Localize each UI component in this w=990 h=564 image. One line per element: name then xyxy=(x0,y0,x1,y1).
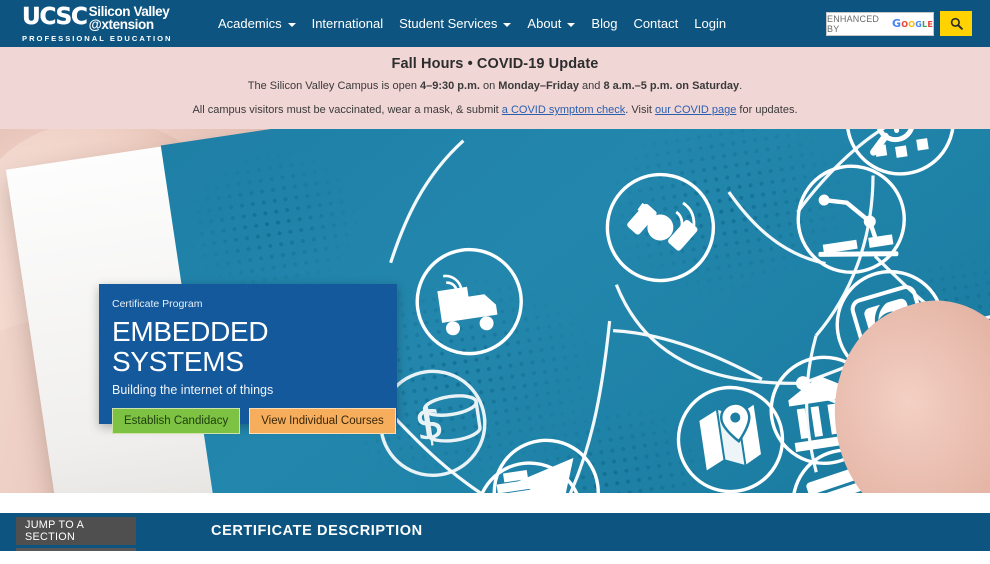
alert-hours-time: 4–9:30 p.m. xyxy=(420,80,480,92)
establish-candidacy-button[interactable]: Establish Candidacy xyxy=(112,408,241,434)
nav-item-blog[interactable]: Blog xyxy=(583,12,625,35)
program-subtitle: Building the internet of things xyxy=(112,383,274,397)
alert-hours-end: . xyxy=(739,80,743,92)
nav-item-contact[interactable]: Contact xyxy=(625,12,686,35)
logo-line-2: @xtension xyxy=(88,16,154,32)
view-individual-courses-button[interactable]: View Individual Courses xyxy=(249,408,396,434)
nav-item-academics-label: Academics xyxy=(218,16,282,31)
chevron-down-icon xyxy=(503,22,512,27)
top-navigation-bar: UCSC Silicon Valley @xtension PROFESSION… xyxy=(0,0,990,47)
alert-policy-line: All campus visitors must be vaccinated, … xyxy=(0,104,990,116)
page-bottom-area xyxy=(0,551,990,564)
nav-item-international-label: International xyxy=(311,16,384,31)
logo-extension-text: Silicon Valley @xtension xyxy=(89,5,170,31)
section-heading: CERTIFICATE DESCRIPTION xyxy=(211,523,423,539)
delivery-truck-icon xyxy=(415,247,523,356)
certificate-section-band xyxy=(0,513,990,551)
nav-item-student-services[interactable]: Student Services xyxy=(391,12,519,35)
nav-item-blog-label: Blog xyxy=(591,16,618,31)
logo-tagline: PROFESSIONAL EDUCATION xyxy=(22,34,173,43)
svg-text:$: $ xyxy=(411,394,448,452)
nav-item-login-label: Login xyxy=(694,16,727,31)
satellite-icon xyxy=(605,172,716,283)
hero-section-divider xyxy=(0,493,990,513)
main-nav-links: Academics International Student Services… xyxy=(210,0,734,47)
qr-scan-icon xyxy=(845,129,955,176)
search-input[interactable]: ENHANCED BY Google xyxy=(826,11,934,36)
program-title: EMBEDDED SYSTEMS xyxy=(112,316,269,377)
nav-item-about[interactable]: About xyxy=(519,12,583,35)
google-wordmark: Google xyxy=(891,17,933,30)
logo-wordmark: UCSC Silicon Valley @xtension xyxy=(22,5,174,31)
alert-hours-saturday: 8 a.m.–5 p.m. on Saturday xyxy=(603,80,740,92)
logo-ucsc-text: UCSC xyxy=(22,4,88,30)
site-logo[interactable]: UCSC Silicon Valley @xtension PROFESSION… xyxy=(22,5,174,43)
alert-hours-days: Monday–Friday xyxy=(498,80,579,92)
nav-item-international[interactable]: International xyxy=(304,12,392,35)
covid-page-link[interactable]: our COVID page xyxy=(655,104,736,116)
search-area: ENHANCED BY Google xyxy=(826,11,972,36)
alert-hours-pre: The Silicon Valley Campus is open xyxy=(247,80,420,92)
covid-symptom-check-link[interactable]: a COVID symptom check xyxy=(502,104,625,116)
program-kicker: Certificate Program xyxy=(112,298,203,310)
search-icon xyxy=(950,17,963,30)
nav-item-academics[interactable]: Academics xyxy=(210,12,304,35)
alert-policy-end: for updates. xyxy=(736,104,798,116)
chevron-down-icon xyxy=(567,22,576,27)
covid-alert-banner: Fall Hours • COVID-19 Update The Silicon… xyxy=(0,47,990,129)
hero-program-card: Certificate Program EMBEDDED SYSTEMS Bui… xyxy=(99,284,397,434)
nav-item-contact-label: Contact xyxy=(633,16,679,31)
chevron-down-icon xyxy=(287,22,296,27)
alert-hours-mid1: on xyxy=(479,80,499,92)
alert-policy-mid: . Visit xyxy=(625,104,656,116)
nav-item-login[interactable]: Login xyxy=(686,12,734,35)
alert-hours-mid2: and xyxy=(578,80,604,92)
nav-item-about-label: About xyxy=(527,16,562,31)
alert-hours-line: The Silicon Valley Campus is open 4–9:30… xyxy=(0,80,990,92)
search-enhanced-label: ENHANCED BY xyxy=(827,13,880,34)
hero-banner: CPU xyxy=(0,129,990,493)
alert-title: Fall Hours • COVID-19 Update xyxy=(391,56,599,72)
robot-arm-icon xyxy=(796,164,906,274)
jump-to-section-button[interactable]: JUMP TO A SECTION xyxy=(16,517,136,545)
program-cta-group: Establish Candidacy View Individual Cour… xyxy=(112,408,397,434)
nav-item-student-services-label: Student Services xyxy=(399,16,498,31)
search-button[interactable] xyxy=(940,11,972,36)
alert-policy-pre: All campus visitors must be vaccinated, … xyxy=(192,104,502,116)
